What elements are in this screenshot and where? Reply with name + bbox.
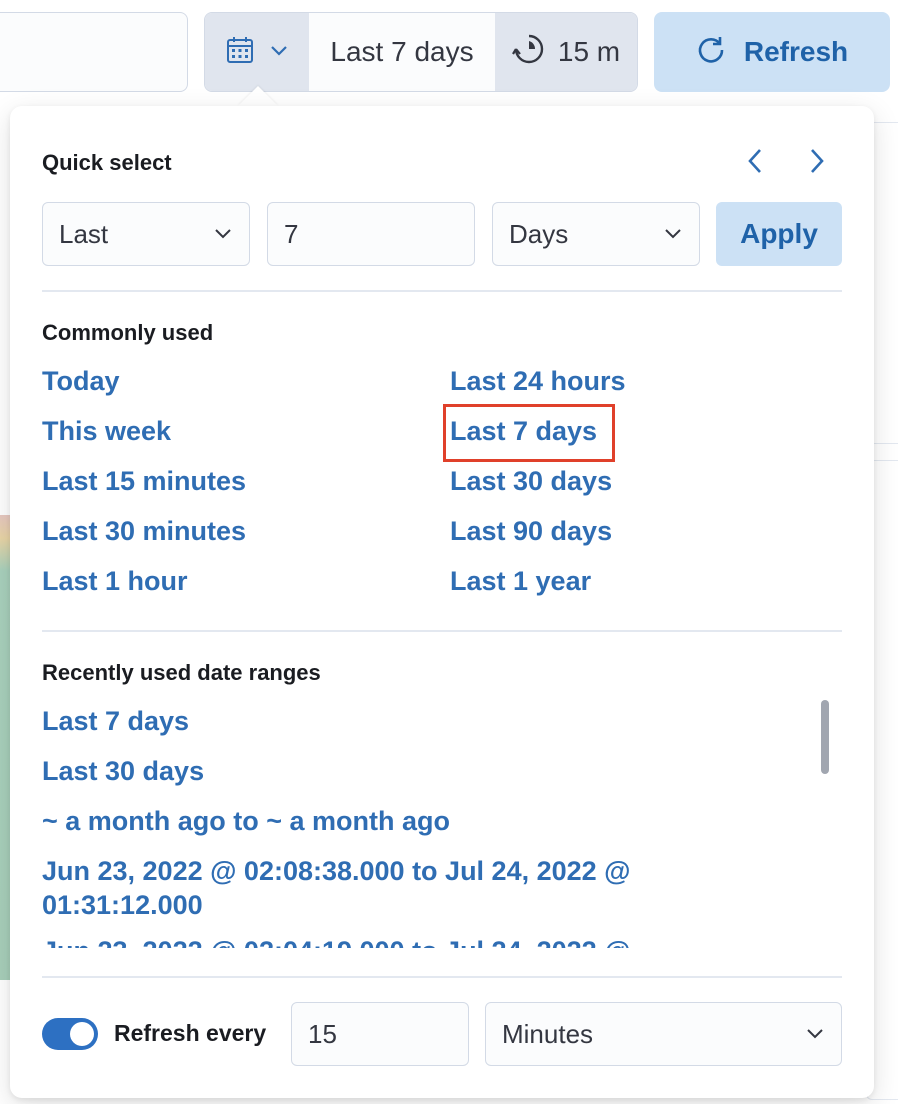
- recent-range-item[interactable]: Jun 23, 2022 @ 02:08:38.000 to Jul 24, 2…: [42, 854, 732, 922]
- refresh-icon: [696, 34, 726, 71]
- chevron-down-icon: [213, 219, 233, 250]
- unit-select-value: Days: [509, 218, 569, 249]
- calendar-icon: [225, 35, 255, 70]
- recent-range-item[interactable]: Jun 23, 2022 @ 02:04:19.000 to Jul 24, 2…: [42, 936, 631, 948]
- background-chart: [0, 515, 10, 980]
- previous-range-button[interactable]: [740, 148, 770, 178]
- common-range-last-30-minutes[interactable]: Last 30 minutes: [42, 516, 246, 547]
- recent-range-item[interactable]: ~ a month ago to ~ a month ago: [42, 806, 450, 837]
- recent-range-item[interactable]: Last 30 days: [42, 756, 204, 787]
- chevron-left-icon: [745, 147, 765, 180]
- auto-refresh-toggle[interactable]: [42, 1018, 98, 1050]
- quick-select-title: Quick select: [42, 150, 172, 175]
- common-range-today[interactable]: Today: [42, 366, 120, 397]
- common-range-last-1-year[interactable]: Last 1 year: [450, 566, 591, 597]
- recently-used-list[interactable]: Last 7 days Last 30 days ~ a month ago t…: [42, 700, 822, 948]
- refresh-interval-input[interactable]: 15: [291, 1002, 469, 1066]
- refresh-button[interactable]: Refresh: [654, 12, 890, 92]
- quick-select-toggle[interactable]: [205, 13, 309, 91]
- quantity-input[interactable]: 7: [267, 202, 475, 266]
- divider: [42, 630, 842, 632]
- common-range-last-30-days[interactable]: Last 30 days: [450, 466, 612, 497]
- refresh-every-label: Refresh every: [114, 1020, 267, 1046]
- apply-button[interactable]: Apply: [716, 202, 842, 266]
- common-range-last-7-days[interactable]: Last 7 days: [450, 416, 597, 447]
- recent-list-scrollbar[interactable]: [821, 700, 829, 774]
- date-picker: Last 7 days 15 m: [204, 12, 638, 92]
- refresh-unit-select[interactable]: Minutes: [485, 1002, 842, 1066]
- toggle-knob: [70, 1022, 94, 1046]
- unit-select[interactable]: Days: [492, 202, 700, 266]
- refresh-interval-text: 15 m: [557, 36, 621, 67]
- common-range-last-15-minutes[interactable]: Last 15 minutes: [42, 466, 246, 497]
- quantity-input-value: 7: [284, 218, 299, 249]
- chevron-right-icon: [807, 147, 827, 180]
- chevron-down-icon: [663, 219, 683, 250]
- divider: [42, 976, 842, 978]
- date-range-display[interactable]: Last 7 days: [309, 13, 495, 91]
- recent-range-item[interactable]: Last 7 days: [42, 706, 189, 737]
- chevron-down-icon: [269, 40, 289, 65]
- timer-icon: [511, 32, 546, 73]
- divider: [42, 290, 842, 292]
- search-bar[interactable]: [0, 12, 188, 92]
- refresh-interval-display[interactable]: 15 m: [495, 13, 637, 91]
- refresh-interval-value: 15: [308, 1018, 337, 1049]
- commonly-used-title: Commonly used: [42, 320, 214, 345]
- common-range-last-90-days[interactable]: Last 90 days: [450, 516, 612, 547]
- common-range-last-1-hour[interactable]: Last 1 hour: [42, 566, 188, 597]
- refresh-button-label: Refresh: [743, 36, 849, 67]
- common-range-last-24-hours[interactable]: Last 24 hours: [450, 366, 626, 397]
- recently-used-title: Recently used date ranges: [42, 660, 321, 685]
- tense-select[interactable]: Last: [42, 202, 250, 266]
- next-range-button[interactable]: [802, 148, 832, 178]
- popover-arrow: [238, 86, 278, 106]
- common-range-this-week[interactable]: This week: [42, 416, 171, 447]
- refresh-unit-value: Minutes: [502, 1018, 594, 1049]
- chevron-down-icon: [805, 1019, 825, 1050]
- tense-select-value: Last: [59, 218, 109, 249]
